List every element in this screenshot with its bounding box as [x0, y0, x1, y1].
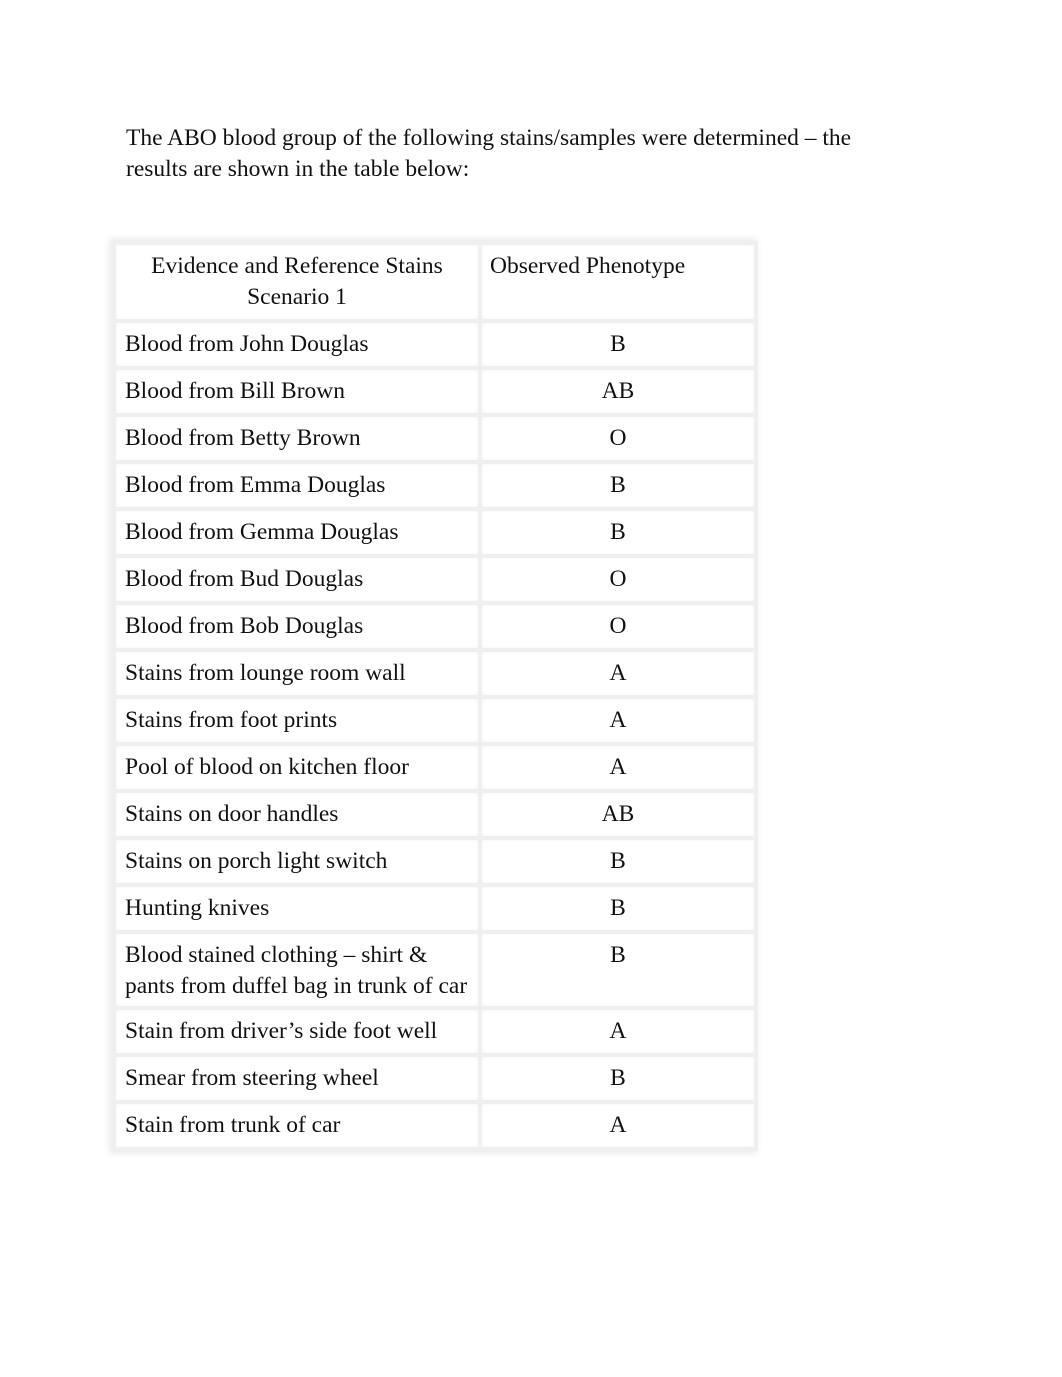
table-row: Stain from trunk of car A — [112, 1100, 758, 1151]
sample-cell: Blood from John Douglas — [112, 319, 482, 370]
phenotype-cell: AB — [478, 789, 758, 840]
sample-cell: Blood stained clothing – shirt & pants f… — [112, 930, 482, 1010]
table-row: Blood from Betty Brown O — [112, 413, 758, 464]
phenotype-cell: B — [478, 930, 758, 1010]
sample-cell: Smear from steering wheel — [112, 1053, 482, 1104]
sample-cell: Hunting knives — [112, 883, 482, 934]
table-row: Blood from Bill Brown AB — [112, 366, 758, 417]
sample-cell: Stains on porch light switch — [112, 836, 482, 887]
sample-cell: Blood from Emma Douglas — [112, 460, 482, 511]
blood-group-table: Evidence and Reference Stains Scenario 1… — [112, 241, 758, 1151]
header-evidence: Evidence and Reference Stains Scenario 1 — [112, 241, 482, 323]
header-phenotype: Observed Phenotype — [478, 241, 758, 323]
phenotype-cell: A — [478, 742, 758, 793]
table-row: Blood from John Douglas B — [112, 319, 758, 370]
phenotype-cell: A — [478, 1006, 758, 1057]
table-row: Stains on door handles AB — [112, 789, 758, 840]
sample-cell: Blood from Gemma Douglas — [112, 507, 482, 558]
sample-cell: Stain from driver’s side foot well — [112, 1006, 482, 1057]
phenotype-cell: A — [478, 695, 758, 746]
phenotype-cell: O — [478, 413, 758, 464]
table-row: Pool of blood on kitchen floor A — [112, 742, 758, 793]
sample-cell: Stains from lounge room wall — [112, 648, 482, 699]
table-row: Blood from Bud Douglas O — [112, 554, 758, 605]
table-row: Blood from Emma Douglas B — [112, 460, 758, 511]
phenotype-cell: B — [478, 1053, 758, 1104]
phenotype-cell: B — [478, 460, 758, 511]
table-row: Hunting knives B — [112, 883, 758, 934]
intro-paragraph: The ABO blood group of the following sta… — [126, 125, 852, 182]
sample-cell: Stains on door handles — [112, 789, 482, 840]
phenotype-cell: A — [478, 648, 758, 699]
table-row: Stains from lounge room wall A — [112, 648, 758, 699]
sample-cell: Blood from Bud Douglas — [112, 554, 482, 605]
table-row: Stains from foot prints A — [112, 695, 758, 746]
table-row: Stain from driver’s side foot well A — [112, 1006, 758, 1057]
sample-cell: Stain from trunk of car — [112, 1100, 482, 1151]
sample-cell: Blood from Betty Brown — [112, 413, 482, 464]
phenotype-cell: B — [478, 836, 758, 887]
phenotype-cell: A — [478, 1100, 758, 1151]
phenotype-cell: B — [478, 319, 758, 370]
sample-cell: Blood from Bob Douglas — [112, 601, 482, 652]
table-row: Stains on porch light switch B — [112, 836, 758, 887]
sample-cell: Blood from Bill Brown — [112, 366, 482, 417]
phenotype-cell: AB — [478, 366, 758, 417]
sample-cell: Stains from foot prints — [112, 695, 482, 746]
phenotype-cell: O — [478, 601, 758, 652]
table-header-row: Evidence and Reference Stains Scenario 1… — [112, 241, 758, 323]
table-row: Blood from Gemma Douglas B — [112, 507, 758, 558]
phenotype-cell: B — [478, 883, 758, 934]
table-row: Blood from Bob Douglas O — [112, 601, 758, 652]
table-row: Blood stained clothing – shirt & pants f… — [112, 930, 758, 1010]
table-row: Smear from steering wheel B — [112, 1053, 758, 1104]
sample-cell: Pool of blood on kitchen floor — [112, 742, 482, 793]
phenotype-cell: B — [478, 507, 758, 558]
phenotype-cell: O — [478, 554, 758, 605]
